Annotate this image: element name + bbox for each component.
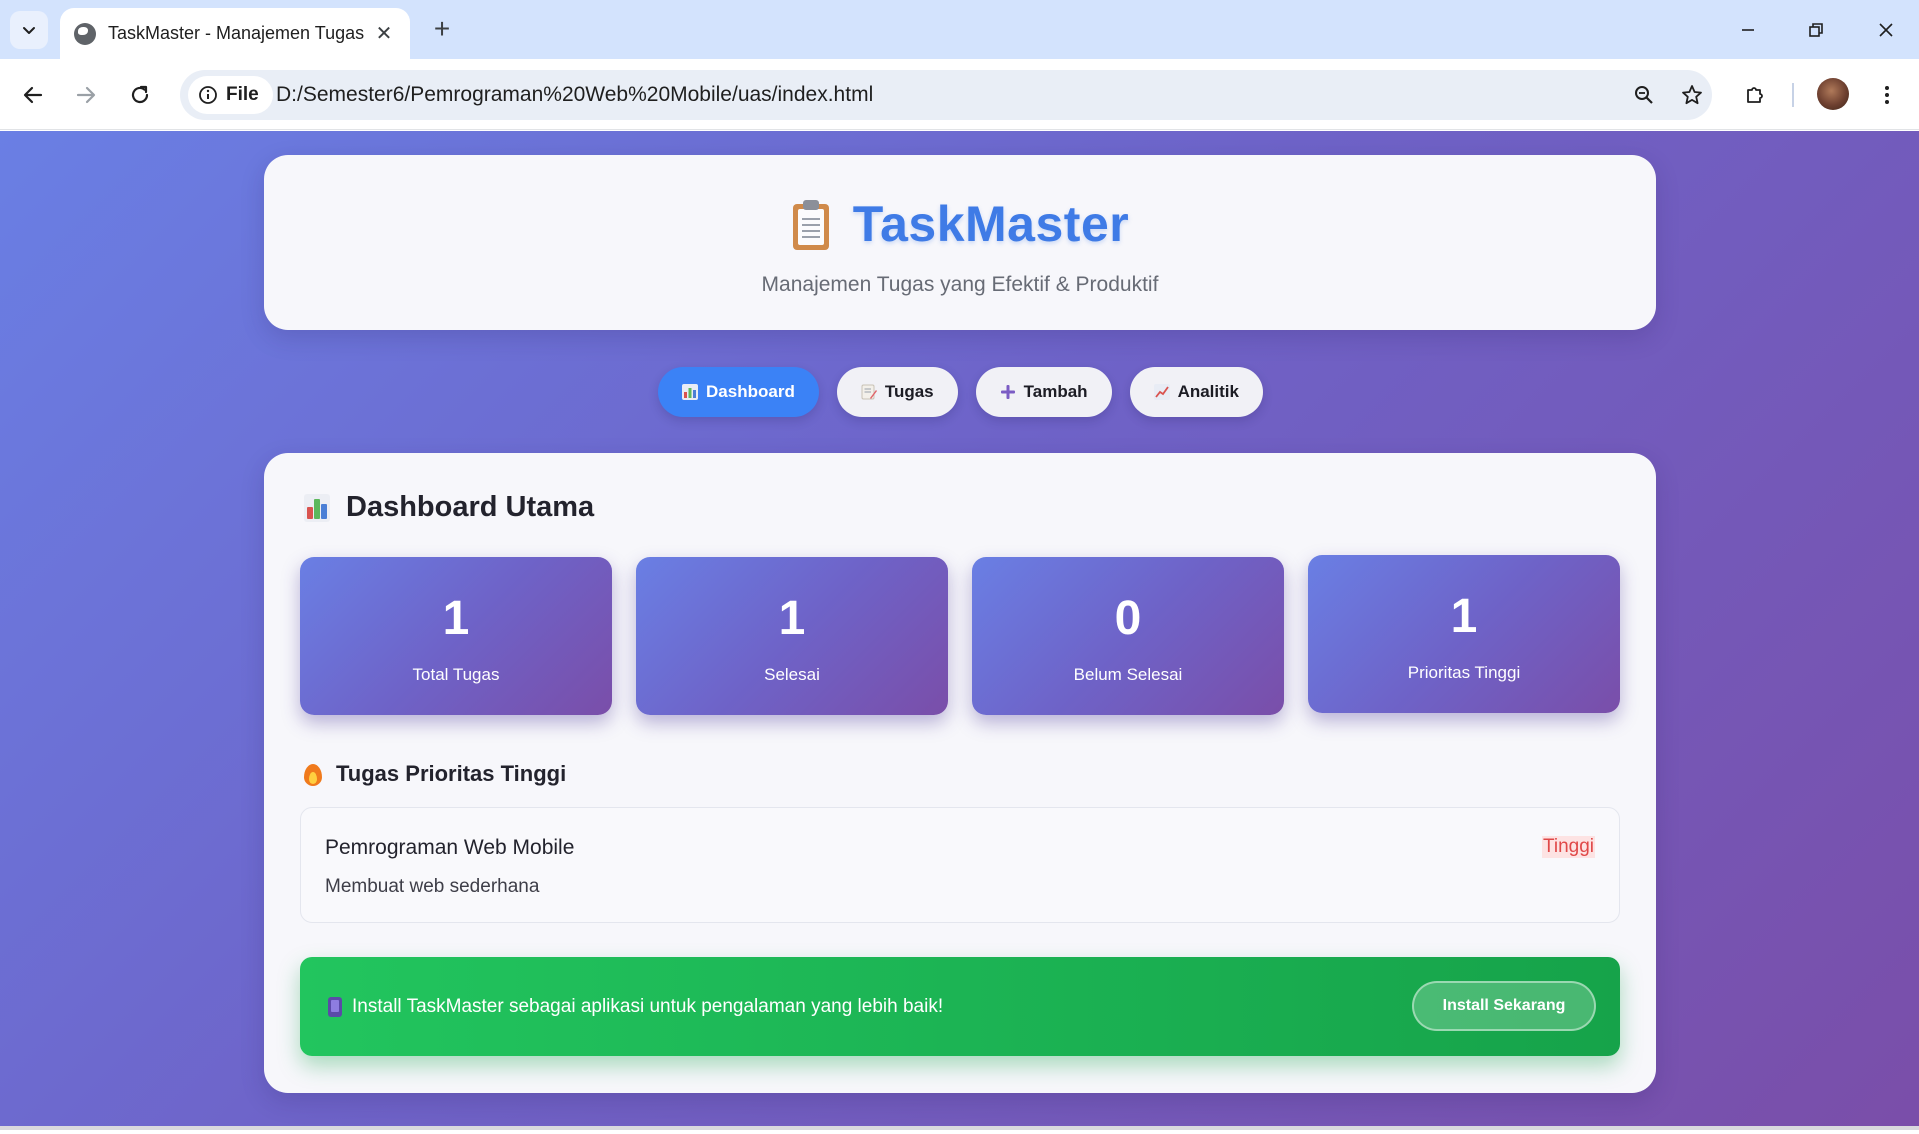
bar-chart-icon (304, 493, 330, 522)
globe-icon (74, 22, 96, 45)
line-chart-icon (1153, 384, 1170, 400)
stat-value: 1 (1450, 590, 1478, 643)
priority-section-title: Tugas Prioritas Tinggi (304, 761, 566, 787)
plus-icon (1000, 384, 1016, 400)
priority-section-title-text: Tugas Prioritas Tinggi (336, 761, 567, 786)
more-vertical-icon (1885, 86, 1889, 104)
arrow-right-icon (76, 86, 96, 104)
browser-toolbar: File D:/Semester6/Pemrograman%20Web%20Mo… (0, 59, 1919, 130)
browser-tab[interactable]: TaskMaster - Manajemen Tugas ✕ (60, 8, 410, 59)
toolbar-divider (1792, 83, 1794, 107)
zoom-button[interactable] (1628, 79, 1660, 111)
stat-value: 0 (1114, 592, 1142, 645)
install-message: Install TaskMaster sebagai aplikasi untu… (328, 957, 943, 1056)
stat-value: 1 (778, 592, 806, 645)
tab-title: TaskMaster - Manajemen Tugas (108, 23, 365, 43)
stat-label: Selesai (764, 665, 820, 684)
bar-chart-icon (682, 384, 699, 400)
page-bottom-edge (0, 1126, 1919, 1130)
nav-tambah-label: Tambah (1023, 382, 1088, 401)
install-banner: Install TaskMaster sebagai aplikasi untu… (300, 957, 1620, 1056)
memo-icon (861, 384, 877, 400)
reload-button[interactable] (121, 76, 159, 114)
forward-button[interactable] (67, 76, 105, 114)
avatar[interactable] (1817, 78, 1849, 110)
minimize-icon (1742, 29, 1754, 31)
arrow-left-icon (23, 86, 43, 104)
task-description: Membuat web sederhana (325, 876, 540, 897)
info-icon (199, 86, 217, 104)
stat-label: Belum Selesai (1073, 665, 1183, 684)
url-text[interactable]: D:/Semester6/Pemrograman%20Web%20Mobile/… (276, 70, 873, 120)
stat-value: 1 (442, 592, 470, 645)
address-bar[interactable]: File D:/Semester6/Pemrograman%20Web%20Mo… (180, 70, 1712, 120)
nav-tugas-label: Tugas (884, 382, 934, 401)
stat-card-prioritas-tinggi: 1 Prioritas Tinggi (1308, 555, 1620, 713)
close-window-button[interactable] (1860, 8, 1912, 52)
browser-tab-bar: TaskMaster - Manajemen Tugas ✕ + (0, 0, 1919, 59)
app-title: TaskMaster (264, 195, 1656, 253)
zoom-icon (1635, 86, 1653, 104)
task-name: Pemrograman Web Mobile (325, 836, 575, 859)
nav-analitik-button[interactable]: Analitik (1129, 367, 1263, 417)
chevron-down-icon (23, 27, 35, 34)
nav-dashboard-button[interactable]: Dashboard (658, 367, 819, 417)
nav-tambah-button[interactable]: Tambah (975, 367, 1112, 417)
tab-close-icon[interactable]: ✕ (372, 21, 396, 46)
tab-search-button[interactable] (10, 11, 48, 49)
stat-label: Prioritas Tinggi (1407, 663, 1521, 682)
task-item[interactable]: Pemrograman Web Mobile Membuat web seder… (300, 807, 1620, 923)
restore-button[interactable] (1790, 8, 1842, 52)
nav-dashboard-label: Dashboard (706, 382, 795, 401)
extensions-button[interactable] (1736, 76, 1774, 114)
stat-label: Total Tugas (412, 665, 500, 684)
nav-analitik-label: Analitik (1177, 382, 1239, 401)
browser-menu-button[interactable] (1868, 76, 1906, 114)
nav-tugas-button[interactable]: Tugas (836, 367, 958, 417)
install-message-text: Install TaskMaster sebagai aplikasi untu… (352, 995, 944, 1017)
reload-icon (131, 85, 149, 104)
install-button[interactable]: Install Sekarang (1412, 981, 1596, 1031)
fire-icon (304, 762, 322, 786)
app-tagline: Manajemen Tugas yang Efektif & Produktif (761, 273, 1159, 296)
site-info-chip[interactable]: File (188, 76, 273, 114)
minimize-button[interactable] (1722, 8, 1774, 52)
stats-grid: 1 Total Tugas 1 Selesai 0 Belum Selesai … (300, 555, 1620, 717)
app-name: TaskMaster (852, 196, 1130, 252)
stat-card-selesai: 1 Selesai (636, 557, 948, 715)
phone-icon (328, 996, 342, 1017)
dashboard-card: Dashboard Utama 1 Total Tugas 1 Selesai … (264, 453, 1656, 1093)
dashboard-title-text: Dashboard Utama (346, 491, 595, 523)
page-viewport: TaskMaster Manajemen Tugas yang Efektif … (0, 131, 1919, 1130)
main-nav: Dashboard Tugas Tambah Analitik (0, 367, 1919, 417)
back-button[interactable] (14, 76, 52, 114)
stat-card-belum-selesai: 0 Belum Selesai (972, 557, 1284, 715)
close-icon (1879, 23, 1893, 37)
restore-icon (1809, 23, 1823, 37)
bookmark-button[interactable] (1676, 79, 1708, 111)
priority-badge: Tinggi (1541, 836, 1595, 858)
dashboard-title: Dashboard Utama (304, 491, 594, 524)
stat-card-total: 1 Total Tugas (300, 557, 612, 715)
puzzle-icon (1747, 87, 1763, 103)
file-label: File (226, 84, 259, 105)
app-header: TaskMaster Manajemen Tugas yang Efektif … (264, 155, 1656, 330)
new-tab-button[interactable]: + (424, 12, 460, 48)
star-icon (1682, 85, 1702, 105)
clipboard-icon (791, 198, 831, 250)
